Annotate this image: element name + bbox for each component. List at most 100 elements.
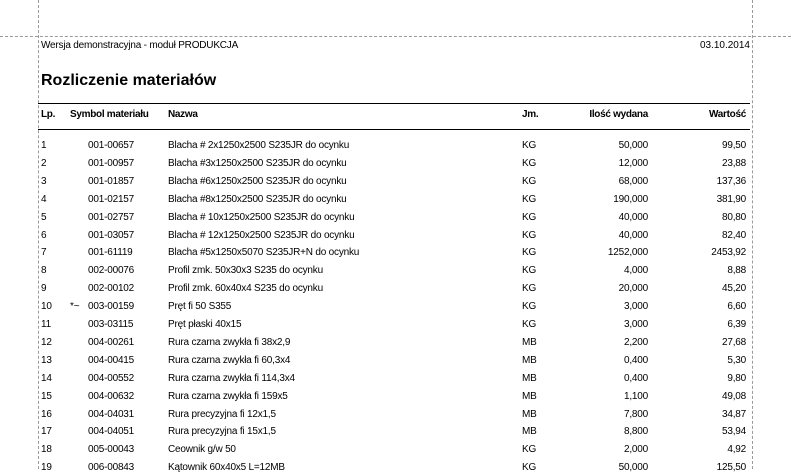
cell-qty: 190,000	[613, 194, 648, 205]
cell-qty: 20,000	[618, 283, 649, 294]
cell-name: Rura czarna zwykła fi 159x5	[168, 391, 288, 402]
cell-symbol: 004-00261	[88, 337, 135, 348]
cell-symbol: 003-03115	[88, 319, 134, 330]
cell-marker: *~	[70, 301, 80, 312]
cell-qty: 2,000	[623, 444, 648, 455]
cell-lp: 13	[41, 355, 52, 366]
cell-unit: KG	[522, 247, 537, 258]
cell-unit: KG	[522, 283, 537, 294]
cell-qty: 8,800	[623, 426, 648, 437]
cell-value: 80,80	[721, 212, 746, 223]
cell-name: Rura czarna zwykła fi 38x2,9	[168, 337, 291, 348]
cell-unit: KG	[522, 140, 537, 151]
cell-qty: 40,000	[618, 230, 649, 241]
cell-qty: 7,800	[623, 409, 648, 420]
cell-name: Blacha #5x1250x5070 S235JR+N do ocynku	[168, 247, 360, 258]
cell-symbol: 004-00415	[88, 355, 135, 366]
cell-lp: 5	[41, 212, 47, 223]
cell-lp: 12	[41, 337, 52, 348]
cell-name: Blacha # 2x1250x2500 S235JR do ocynku	[168, 140, 350, 151]
cell-lp: 4	[41, 194, 47, 205]
cell-symbol: 005-00043	[88, 444, 135, 455]
cell-unit: KG	[522, 194, 537, 205]
cell-value: 49,08	[721, 391, 746, 402]
cell-name: Blacha #3x1250x2500 S235JR do ocynku	[168, 158, 347, 169]
cell-name: Blacha # 10x1250x2500 S235JR do ocynku	[168, 212, 355, 223]
cell-symbol: 001-00957	[88, 158, 135, 169]
cell-symbol: 001-02757	[88, 212, 135, 223]
cell-symbol: 001-02157	[88, 194, 135, 205]
cell-symbol: 002-00102	[88, 283, 135, 294]
cell-value: 45,20	[721, 283, 746, 294]
cell-lp: 11	[41, 319, 51, 330]
cell-value: 34,87	[721, 409, 746, 420]
cell-name: Profil zmk. 60x40x4 S235 do ocynku	[168, 283, 323, 294]
cell-unit: MB	[522, 391, 537, 402]
cell-name: Rura precyzyjna fi 15x1,5	[168, 426, 276, 437]
cell-lp: 8	[41, 265, 47, 276]
cell-qty: 0,400	[623, 373, 648, 384]
cell-symbol: 004-04051	[88, 426, 135, 437]
cell-lp: 16	[41, 409, 52, 420]
cell-qty: 1252,000	[607, 247, 648, 258]
cell-value: 53,94	[721, 426, 746, 437]
cell-value: 6,60	[727, 301, 746, 312]
cell-unit: MB	[522, 355, 537, 366]
cell-lp: 15	[41, 391, 52, 402]
cell-symbol: 004-00632	[88, 391, 135, 402]
materials-table-body: 1 001-00657 Blacha # 2x1250x2500 S235JR do…	[0, 0, 791, 473]
cell-value: 137,36	[716, 176, 747, 187]
cell-unit: KG	[522, 444, 537, 455]
cell-unit: KG	[522, 212, 537, 223]
cell-symbol: 006-00843	[88, 462, 135, 473]
cell-lp: 18	[41, 444, 52, 455]
cell-name: Kątownik 60x40x5 L=12MB	[168, 462, 285, 473]
cell-value: 9,80	[727, 373, 746, 384]
cell-value: 8,88	[727, 265, 746, 276]
cell-value: 23,88	[721, 158, 746, 169]
cell-value: 99,50	[721, 140, 746, 151]
cell-unit: KG	[522, 301, 537, 312]
cell-value: 2453,92	[711, 247, 746, 258]
cell-qty: 4,000	[623, 265, 648, 276]
cell-lp: 9	[41, 283, 47, 294]
cell-name: Rura czarna zwykła fi 60,3x4	[168, 355, 291, 366]
cell-lp: 10	[41, 301, 52, 312]
cell-lp: 1	[41, 140, 47, 151]
cell-unit: MB	[522, 373, 537, 384]
cell-symbol: 002-00076	[88, 265, 135, 276]
cell-lp: 7	[41, 247, 47, 258]
cell-qty: 12,000	[618, 158, 649, 169]
cell-symbol: 003-00159	[88, 301, 135, 312]
cell-unit: KG	[522, 462, 537, 473]
cell-qty: 3,000	[623, 301, 648, 312]
cell-symbol: 001-61119	[88, 247, 133, 258]
cell-symbol: 001-01857	[88, 176, 135, 187]
cell-unit: KG	[522, 319, 537, 330]
cell-symbol: 001-00657	[88, 140, 135, 151]
cell-unit: KG	[522, 265, 537, 276]
cell-symbol: 004-04031	[88, 409, 135, 420]
cell-name: Rura czarna zwykła fi 114,3x4	[168, 373, 295, 384]
cell-qty: 40,000	[618, 212, 649, 223]
cell-lp: 2	[41, 158, 47, 169]
cell-lp: 3	[41, 176, 47, 187]
cell-value: 82,40	[721, 230, 746, 241]
cell-symbol: 001-03057	[88, 230, 135, 241]
cell-name: Pręt fi 50 S355	[168, 301, 232, 312]
cell-qty: 0,400	[623, 355, 648, 366]
cell-lp: 19	[41, 462, 52, 473]
cell-value: 381,90	[716, 194, 747, 205]
cell-qty: 2,200	[623, 337, 648, 348]
cell-unit: MB	[522, 409, 537, 420]
cell-value: 125,50	[716, 462, 747, 473]
cell-symbol: 004-00552	[88, 373, 135, 384]
cell-value: 4,92	[727, 444, 746, 455]
cell-unit: MB	[522, 337, 537, 348]
cell-qty: 68,000	[618, 176, 649, 187]
cell-value: 27,68	[721, 337, 746, 348]
cell-name: Pręt płaski 40x15	[168, 319, 242, 330]
cell-qty: 3,000	[623, 319, 648, 330]
cell-lp: 6	[41, 230, 47, 241]
cell-unit: KG	[522, 158, 537, 169]
